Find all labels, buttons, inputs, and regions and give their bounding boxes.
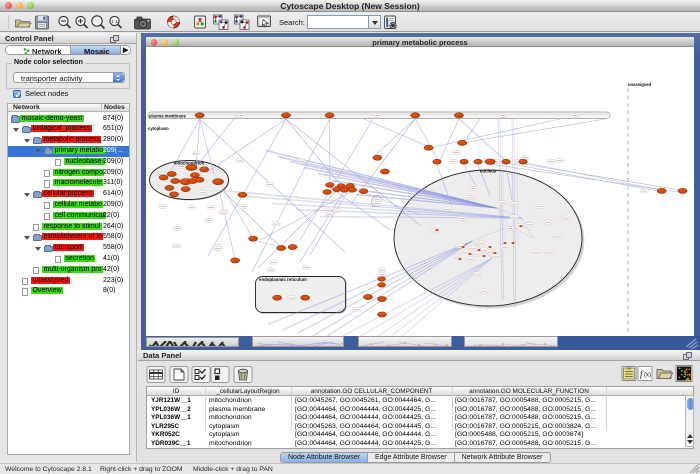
svg-text:unassigned: unassigned bbox=[628, 82, 652, 87]
svg-text:1:1: 1:1 bbox=[111, 19, 118, 24]
svg-text:nucleus: nucleus bbox=[480, 169, 497, 174]
svg-text:endoplasmic reticulum: endoplasmic reticulum bbox=[259, 277, 307, 282]
svg-text:mitochondrion: mitochondrion bbox=[174, 161, 205, 166]
svg-text:plasma membrane: plasma membrane bbox=[149, 114, 186, 119]
svg-text:cytoplasm: cytoplasm bbox=[148, 126, 169, 131]
svg-text:(x): (x) bbox=[644, 373, 651, 379]
